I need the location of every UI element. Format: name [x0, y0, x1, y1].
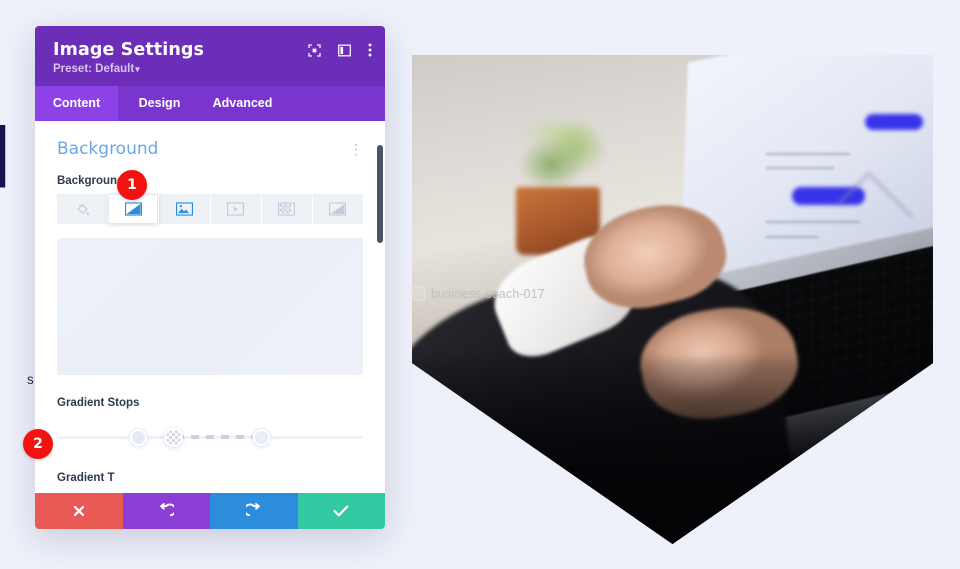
- annotation-badge-2: 2: [23, 429, 53, 459]
- image-settings-modal: Image Settings Preset: Default▾ Content …: [35, 26, 385, 529]
- cancel-button[interactable]: [35, 493, 123, 529]
- undo-button[interactable]: [122, 493, 210, 529]
- gradient-stops-label: Gradient Stops: [57, 397, 140, 409]
- tab-advanced[interactable]: Advanced: [201, 86, 284, 121]
- screen: D| fi s et a b business-coach-01: [0, 0, 960, 569]
- background-pattern-icon-button[interactable]: [261, 194, 313, 224]
- gradient-stop-handle-2[interactable]: [252, 429, 270, 446]
- image-filename-label: business-coach-017: [431, 286, 545, 301]
- background-section-header: Background ⋮: [57, 139, 363, 159]
- gradient-stop-handle-1[interactable]: [130, 429, 148, 446]
- focus-icon[interactable]: [308, 43, 321, 57]
- background-video-icon-button[interactable]: [210, 194, 262, 224]
- more-options-icon[interactable]: [368, 43, 372, 57]
- background-image-icon-button[interactable]: [159, 194, 211, 224]
- modal-footer: [35, 493, 385, 529]
- image-select-checkbox[interactable]: [410, 286, 425, 301]
- redo-button[interactable]: [210, 493, 298, 529]
- gradient-stop-transparency-marker[interactable]: [164, 428, 184, 447]
- background-field-label: Background: [57, 175, 125, 187]
- background-type-tabs: [57, 194, 364, 224]
- modal-header-icons: [308, 43, 372, 57]
- gradient-preview[interactable]: [57, 238, 363, 375]
- tab-content[interactable]: Content: [35, 86, 118, 121]
- split-view-icon[interactable]: [338, 44, 351, 57]
- modal-tabs: Content Design Advanced: [35, 86, 385, 121]
- modal-header: Image Settings Preset: Default▾: [35, 26, 385, 86]
- gradient-stops-slider[interactable]: [57, 428, 363, 447]
- tab-design[interactable]: Design: [118, 86, 201, 121]
- background-color-icon-button[interactable]: [57, 194, 109, 224]
- chevron-down-icon: ▾: [135, 64, 140, 74]
- settings-panel: Background ⋮ Background Gradient Stops G…: [35, 121, 385, 493]
- preset-label: Preset: Default: [53, 63, 135, 75]
- annotation-badge-1: 1: [117, 170, 147, 200]
- next-field-label: Gradient T: [57, 472, 115, 484]
- panel-scrollbar[interactable]: [377, 145, 383, 243]
- section-more-icon[interactable]: ⋮: [349, 142, 363, 156]
- section-title: Background: [57, 139, 159, 159]
- slider-dashed-segment: [176, 435, 253, 439]
- save-button[interactable]: [297, 493, 385, 529]
- modal-body: Background ⋮ Background Gradient Stops G…: [35, 121, 385, 493]
- image-filename-overlay[interactable]: business-coach-017: [410, 286, 545, 301]
- background-mask-icon-button[interactable]: [312, 194, 364, 224]
- preset-selector[interactable]: Preset: Default▾: [53, 63, 369, 75]
